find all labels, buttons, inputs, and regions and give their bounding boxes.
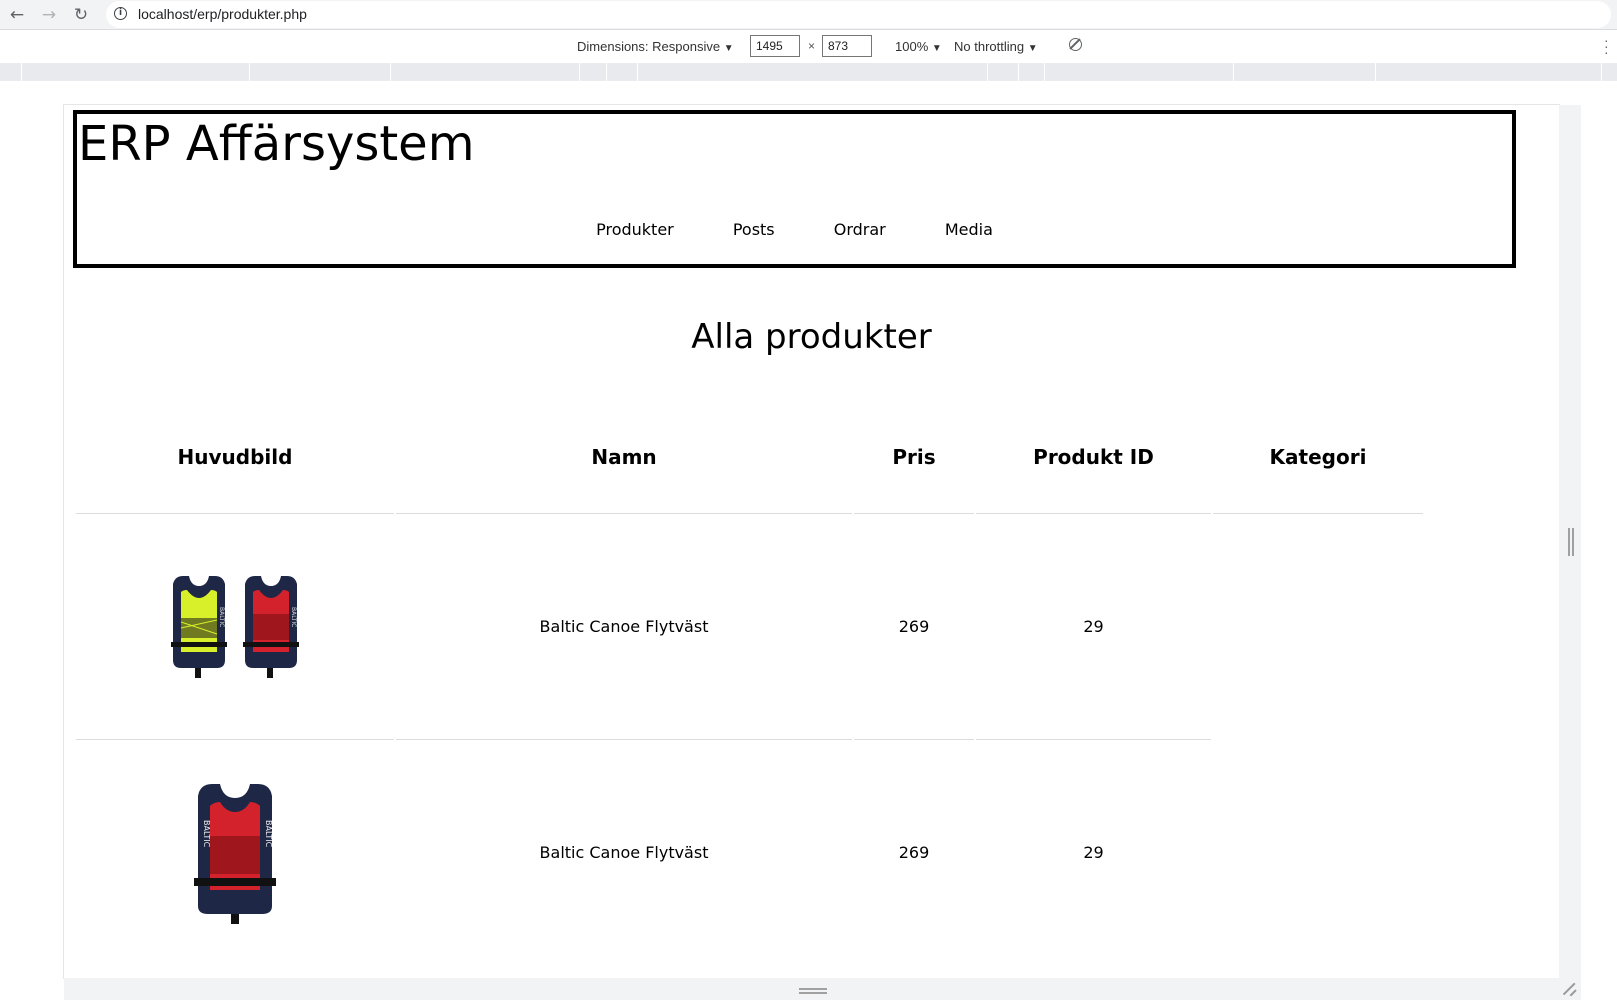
product-category — [1213, 514, 1423, 740]
site-title: ERP Affärsystem — [78, 116, 475, 172]
media-query-divider — [1044, 63, 1045, 81]
forward-button[interactable]: → — [38, 4, 60, 26]
product-price: 269 — [854, 514, 974, 740]
arrow-right-icon: → — [41, 5, 57, 25]
svg-text:BALTIC: BALTIC — [218, 607, 225, 627]
product-image-cell: BALTIC BALTIC — [76, 740, 394, 965]
product-image-life-vests[interactable]: BALTIC BALTIC — [165, 572, 305, 682]
dimensions-dropdown[interactable]: Dimensions: Responsive ▼ — [577, 39, 734, 54]
red-vest: BALTIC — [243, 575, 299, 678]
zoom-dropdown[interactable]: 100% ▼ — [895, 39, 942, 54]
product-price: 269 — [898, 843, 930, 862]
width-input[interactable] — [750, 35, 800, 57]
throttling-dropdown[interactable]: No throttling ▼ — [954, 39, 1038, 54]
column-header-pris: Pris — [854, 401, 974, 514]
products-table: Huvudbild Namn Pris Produkt ID Kategori — [74, 401, 1425, 965]
table-header-row: Huvudbild Namn Pris Produkt ID Kategori — [76, 401, 1423, 514]
reload-icon: ↻ — [73, 5, 89, 25]
table-row[interactable]: BALTIC BALTIC Baltic Canoe Flytväst 269 … — [76, 740, 1423, 965]
nav-link-produkter[interactable]: Produkter — [596, 220, 674, 239]
red-vest: BALTIC BALTIC — [194, 784, 276, 924]
dimensions-label: Dimensions: Responsive — [577, 39, 721, 54]
media-query-divider — [1018, 63, 1019, 81]
more-options-icon[interactable]: · · · — [1604, 33, 1609, 59]
product-id: 29 — [1083, 843, 1104, 862]
yellow-vest: BALTIC — [171, 575, 227, 678]
arrow-left-icon: ← — [9, 5, 25, 25]
column-header-huvudbild: Huvudbild — [76, 401, 394, 514]
media-query-divider — [249, 63, 250, 81]
throttling-label: No throttling — [954, 39, 1025, 54]
product-category — [1213, 740, 1423, 965]
address-bar[interactable]: i localhost/erp/produkter.php — [106, 1, 1611, 28]
page-heading: Alla produkter — [691, 317, 932, 357]
column-header-kategori: Kategori — [1213, 401, 1423, 514]
nav-link-posts[interactable]: Posts — [733, 220, 775, 239]
media-query-divider — [637, 63, 638, 81]
emulated-page: ERP Affärsystem Produkter Posts Ordrar M… — [64, 105, 1559, 978]
height-input[interactable] — [822, 35, 872, 57]
site-header: ERP Affärsystem Produkter Posts Ordrar M… — [73, 110, 1516, 268]
reload-button[interactable]: ↻ — [70, 4, 92, 26]
media-query-divider — [21, 63, 22, 81]
url-text[interactable]: localhost/erp/produkter.php — [138, 6, 307, 22]
browser-toolbar: ← → ↻ i localhost/erp/produkter.php — [0, 0, 1617, 30]
column-header-namn: Namn — [396, 401, 852, 514]
svg-text:BALTIC: BALTIC — [202, 820, 211, 848]
product-name: Baltic Canoe Flytväst — [396, 514, 852, 740]
back-button[interactable]: ← — [6, 4, 28, 26]
media-query-divider — [1601, 63, 1602, 81]
corner-resize-icon[interactable] — [1562, 982, 1576, 996]
media-query-divider — [1233, 63, 1234, 81]
main-nav: Produkter Posts Ordrar Media — [77, 220, 1512, 239]
product-name: Baltic Canoe Flytväst — [539, 843, 709, 862]
product-image-cell: BALTIC BALTIC — [76, 514, 394, 740]
media-query-divider — [606, 63, 607, 81]
bottom-resize-handle[interactable] — [799, 988, 827, 994]
media-query-divider — [1375, 63, 1376, 81]
chevron-down-icon: ▼ — [931, 43, 942, 54]
info-icon[interactable]: i — [114, 7, 127, 20]
nav-link-ordrar[interactable]: Ordrar — [834, 220, 886, 239]
media-query-divider — [390, 63, 391, 81]
dimension-separator: × — [808, 39, 816, 53]
zoom-label: 100% — [895, 39, 929, 54]
product-id: 29 — [976, 514, 1211, 740]
rotate-icon[interactable] — [1069, 38, 1082, 51]
media-query-divider — [579, 63, 580, 81]
svg-text:BALTIC: BALTIC — [264, 820, 273, 848]
chevron-down-icon: ▼ — [1027, 43, 1038, 54]
product-image-life-vest[interactable]: BALTIC BALTIC — [190, 780, 280, 925]
nav-link-media[interactable]: Media — [945, 220, 993, 239]
device-toolbar: Dimensions: Responsive ▼ × 100% ▼ No thr… — [0, 31, 1617, 63]
chevron-down-icon: ▼ — [723, 43, 734, 54]
svg-text:BALTIC: BALTIC — [290, 607, 297, 627]
media-query-bar[interactable] — [0, 63, 1617, 81]
table-row[interactable]: BALTIC BALTIC Baltic Canoe Flytväst 269 … — [76, 514, 1423, 740]
column-header-produkt-id: Produkt ID — [976, 401, 1211, 514]
right-resize-handle[interactable] — [1568, 528, 1574, 556]
media-query-divider — [987, 63, 988, 81]
